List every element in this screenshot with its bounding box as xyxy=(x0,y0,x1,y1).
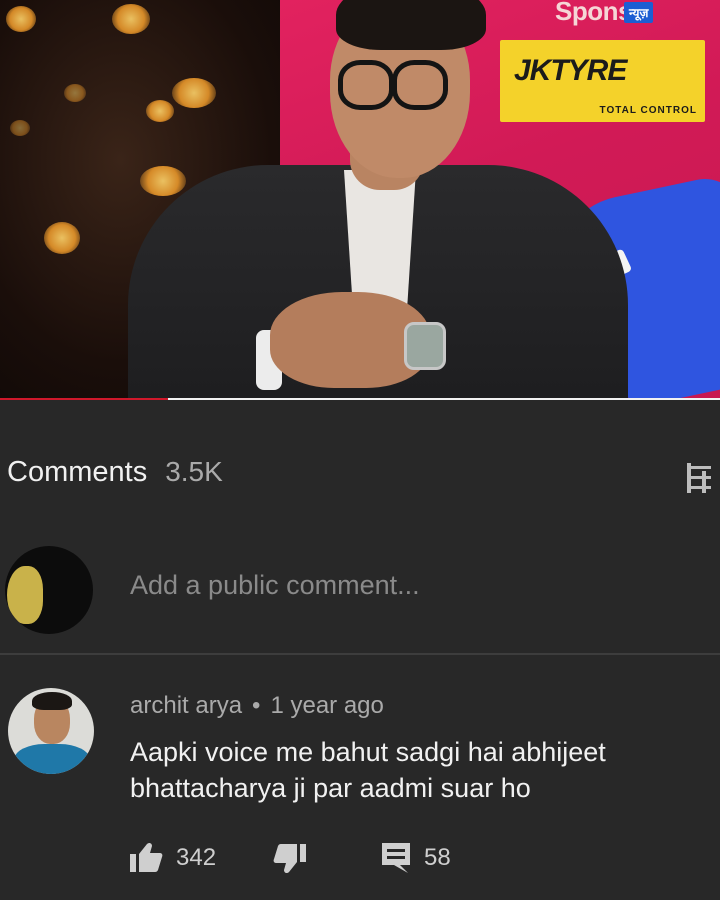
comments-title: Comments xyxy=(7,456,148,488)
comment-text: Aapki voice me bahut sadgi hai abhijeet … xyxy=(130,737,606,803)
reply-button[interactable]: 58 xyxy=(380,838,451,878)
comment-time[interactable]: 1 year ago xyxy=(270,692,383,719)
like-button[interactable]: 342 xyxy=(128,838,216,878)
meta-separator: • xyxy=(252,692,261,719)
sponsor-tagline: TOTAL CONTROL xyxy=(599,105,697,116)
comment-icon xyxy=(382,843,410,873)
commenter-avatar[interactable] xyxy=(8,688,94,774)
add-comment-input[interactable] xyxy=(130,570,690,601)
thumbs-up-icon xyxy=(130,842,163,872)
wristwatch xyxy=(404,322,446,370)
dislike-button[interactable] xyxy=(272,838,308,878)
channel-badge: न्यूज़ xyxy=(624,2,654,23)
comments-count: 3.5K xyxy=(165,456,223,487)
sort-icon[interactable] xyxy=(684,460,714,496)
thumbs-down-icon xyxy=(273,844,306,874)
comment-actions: 342 58 xyxy=(0,838,720,878)
sponsor-logo-box: JKTYRE TOTAL CONTROL xyxy=(500,40,705,122)
add-comment-row[interactable] xyxy=(0,546,720,636)
glasses xyxy=(338,60,394,110)
comments-header: Comments 3.5K xyxy=(7,456,223,489)
comment-author[interactable]: archit arya xyxy=(130,692,242,719)
comments-screen: Sponso न्यूज़ JKTYRE TOTAL CONTROL Comme… xyxy=(0,0,720,900)
divider xyxy=(0,653,720,655)
video-player[interactable]: Sponso न्यूज़ JKTYRE TOTAL CONTROL xyxy=(0,0,720,400)
comment-meta: archit arya • 1 year ago xyxy=(130,692,384,720)
reply-count: 58 xyxy=(424,844,451,871)
like-count: 342 xyxy=(176,844,217,871)
sponsor-logo: JKTYRE xyxy=(514,54,627,87)
avatar[interactable] xyxy=(5,546,93,634)
